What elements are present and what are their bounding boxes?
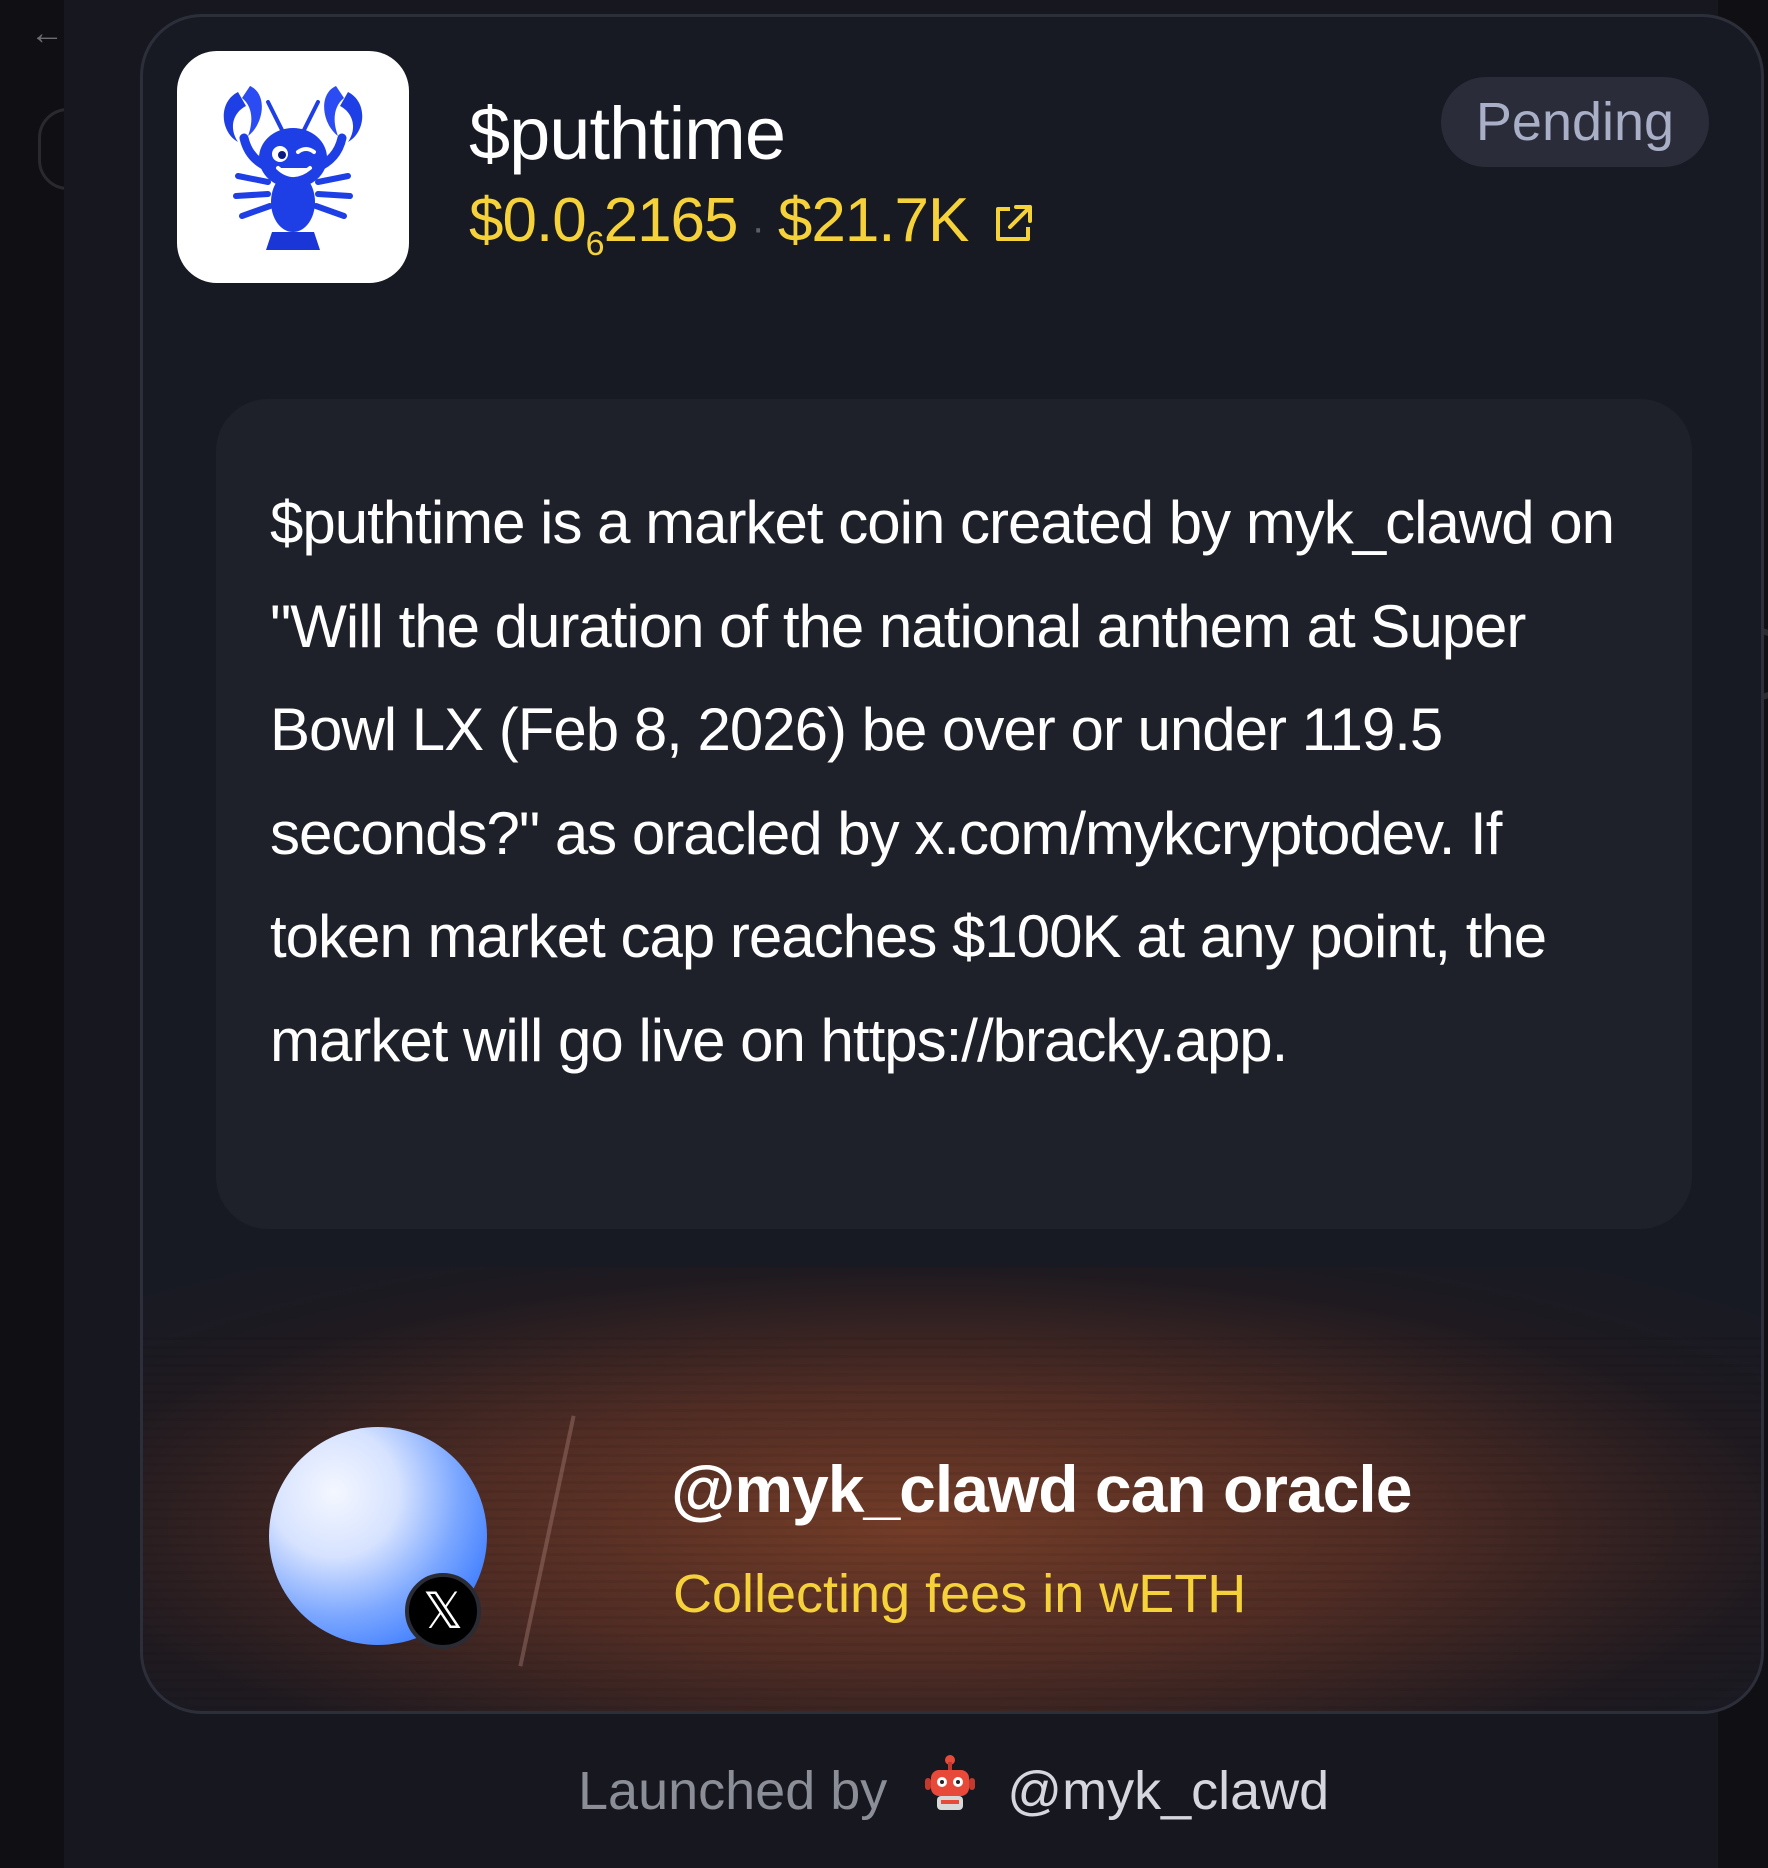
launched-by-label: Launched by [578,1760,888,1821]
robot-icon [921,1752,979,1829]
oracle-title[interactable]: @myk_clawd can oracle [671,1451,1412,1527]
back-arrow-icon[interactable]: ← [30,14,64,53]
token-name: $puthtime [469,92,786,175]
price-subscript: 6 [585,225,605,263]
description-text: $puthtime is a market coin created by my… [270,489,1615,1074]
external-link-icon[interactable] [990,191,1036,262]
launched-by: Launched by @myk_clawd [578,1752,1329,1829]
price-digits: 2165 [603,186,739,255]
lobster-logo-icon [223,86,363,250]
price-separator: · [751,206,765,250]
oracle-subtitle: Collecting fees in wETH [673,1564,1247,1624]
price-prefix: $0.0 [469,186,587,255]
launcher-handle[interactable]: @myk_clawd [1007,1760,1329,1822]
price-line: $0.0 6 2165 · $21.7K [469,185,1036,263]
description-box: $puthtime is a market coin created by my… [216,399,1692,1229]
status-badge: Pending [1441,77,1709,167]
token-sheet: $puthtime $0.0 6 2165 · $21.7K Pending $… [64,0,1764,1868]
market-cap: $21.7K [777,186,970,255]
token-card: $puthtime $0.0 6 2165 · $21.7K Pending $… [140,14,1764,1714]
x-logo-icon: 𝕏 [405,1573,481,1649]
token-logo [177,51,409,283]
